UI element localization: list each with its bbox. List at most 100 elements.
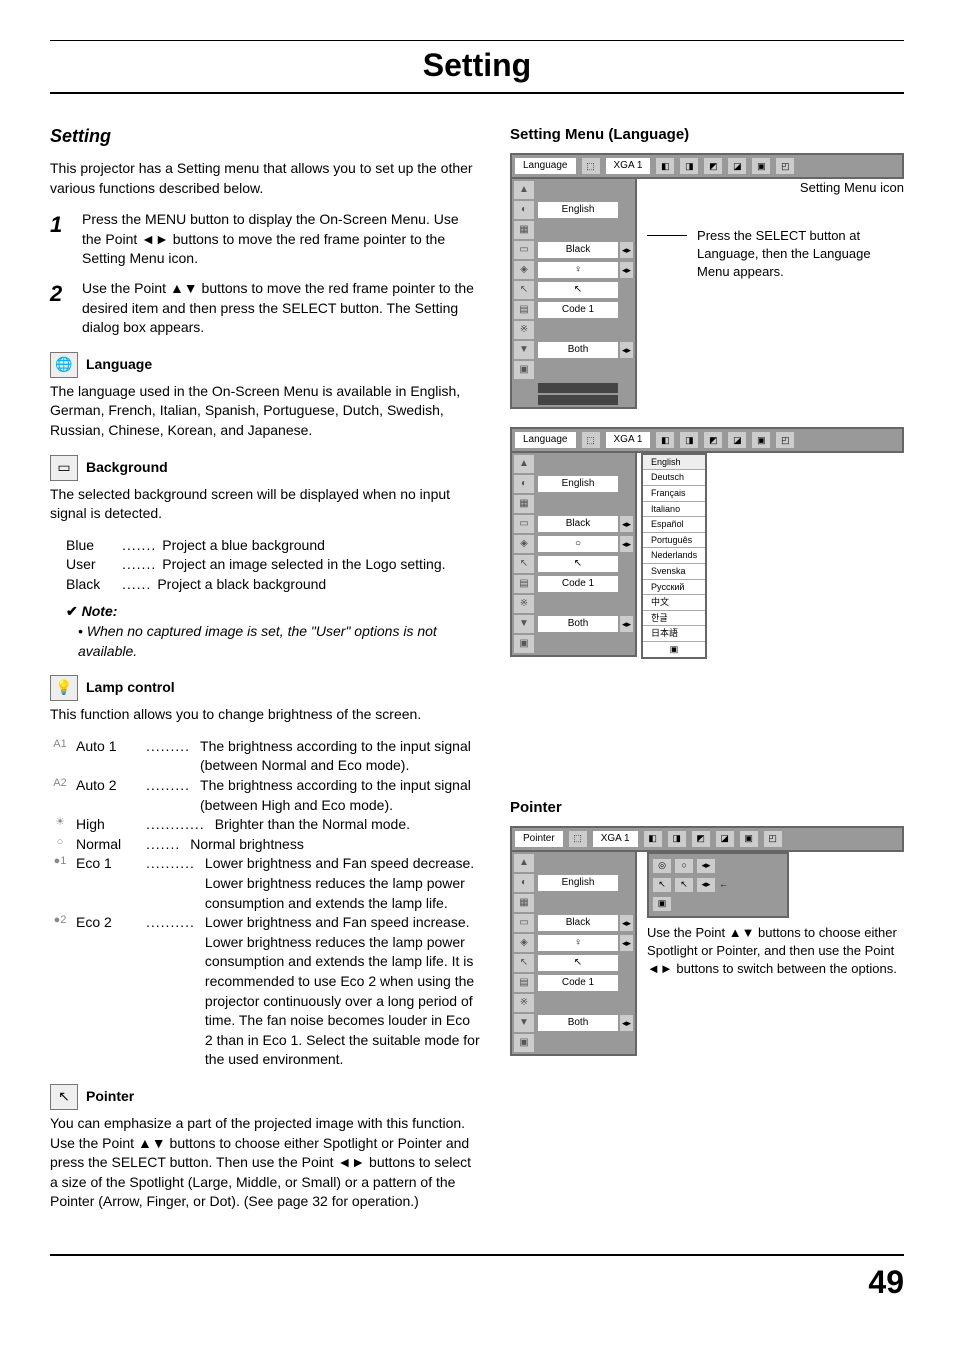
lamp-item-high: ☀ High ............ Brighter than the No… bbox=[50, 815, 480, 835]
menu-row-icon: ▲ bbox=[514, 455, 534, 473]
lang-option: Deutsch bbox=[643, 470, 705, 486]
lang-option: Français bbox=[643, 486, 705, 502]
arrow-icon: ◂▸ bbox=[697, 878, 715, 892]
lamp-item-eco1: ●1 Eco 1 .......... Lower brightness and… bbox=[50, 854, 480, 913]
menu-row-icon: ▭ bbox=[514, 241, 534, 259]
toolbar-icon: ◰ bbox=[776, 158, 794, 174]
menu-row-icon: ※ bbox=[514, 321, 534, 339]
menu-row-icon: ▭ bbox=[514, 515, 534, 533]
menu-row-icon: ▦ bbox=[514, 894, 534, 912]
menu-row-icon: ▤ bbox=[514, 974, 534, 992]
arrow-icon: ◂▸ bbox=[620, 616, 633, 632]
pointer-icon: ↖ bbox=[50, 1084, 78, 1110]
toolbar-icon: ◩ bbox=[704, 158, 722, 174]
menu-header-label: Pointer bbox=[515, 831, 563, 847]
lang-option: English bbox=[643, 455, 705, 471]
language-heading: Language bbox=[86, 355, 152, 375]
menu-value: Black bbox=[538, 915, 618, 931]
toolbar-icon: ◩ bbox=[704, 432, 722, 448]
toolbar-icon: ◪ bbox=[728, 432, 746, 448]
bg-item-blue: Blue ....... Project a blue background bbox=[66, 536, 480, 556]
bg-item-user: User ....... Project an image selected i… bbox=[66, 555, 480, 575]
lang-option: 中文 bbox=[643, 595, 705, 611]
menu-value: English bbox=[538, 476, 618, 492]
language-body: The language used in the On-Screen Menu … bbox=[50, 382, 480, 441]
menu-row-icon: ▲ bbox=[514, 181, 534, 199]
menu-value: English bbox=[538, 202, 618, 218]
pointer-menu-screenshot: Pointer ⬚ XGA 1 ◧ ◨ ◩ ◪ ▣ ◰ ▲ ◐ ▦ ▭ ◈ bbox=[510, 826, 904, 1056]
lang-option: Português bbox=[643, 533, 705, 549]
lamp-heading: Lamp control bbox=[86, 678, 175, 698]
lamp-item-auto2: A2 Auto 2 ......... The brightness accor… bbox=[50, 776, 480, 815]
menu-value: ↖ bbox=[538, 556, 618, 572]
pointer-options-panel: ◎○◂▸ ↖↖◂▸← ▣ bbox=[647, 852, 789, 918]
toolbar-icon: ◰ bbox=[764, 831, 782, 847]
arrow-icon: ◂▸ bbox=[620, 536, 633, 552]
menu-header-sys: XGA 1 bbox=[606, 158, 651, 174]
lamp-icon: 💡 bbox=[50, 675, 78, 701]
lang-option: 한글 bbox=[643, 611, 705, 627]
note-heading: Note: bbox=[66, 602, 480, 622]
callout-setting-icon: Setting Menu icon bbox=[647, 179, 904, 197]
intro-text: This projector has a Setting menu that a… bbox=[50, 159, 480, 198]
menu-row-icon: ◐ bbox=[514, 201, 534, 219]
language-icon: 🌐 bbox=[50, 352, 78, 378]
menu-row-icon: ↖ bbox=[514, 281, 534, 299]
toolbar-icon: ▣ bbox=[752, 432, 770, 448]
step-2-number: 2 bbox=[50, 279, 70, 338]
page-title: Setting bbox=[50, 43, 904, 92]
close-icon: ▣ bbox=[653, 897, 671, 911]
language-popup: English Deutsch Français Italiano Españo… bbox=[641, 453, 707, 659]
toolbar-icon: ◧ bbox=[656, 432, 674, 448]
menu-header-sys: XGA 1 bbox=[606, 432, 651, 448]
menu-row-icon: ▤ bbox=[514, 575, 534, 593]
lang-option: Svenska bbox=[643, 564, 705, 580]
lamp-item-auto1: A1 Auto 1 ......... The brightness accor… bbox=[50, 737, 480, 776]
spotlight-size: ○ bbox=[675, 859, 693, 873]
setting-menu-screenshot-2: Language ⬚ XGA 1 ◧ ◨ ◩ ◪ ▣ ◰ ▲ ◐ ▦ ▭ ◈ bbox=[510, 427, 904, 659]
pointer-callout: Use the Point ▲▼ buttons to choose eithe… bbox=[647, 924, 904, 979]
menu-value: Both bbox=[538, 1015, 618, 1031]
lamp-item-normal: ○ Normal ....... Normal brightness bbox=[50, 835, 480, 855]
arrow-icon: ◂▸ bbox=[620, 915, 633, 931]
arrow-icon: ◂▸ bbox=[620, 262, 633, 278]
lang-option: 日本語 bbox=[643, 626, 705, 642]
toolbar-icon: ◧ bbox=[656, 158, 674, 174]
toolbar-icon: ◰ bbox=[776, 432, 794, 448]
lang-option: Русский bbox=[643, 580, 705, 596]
menu-value: ↖ bbox=[538, 282, 618, 298]
arrow-icon: ◂▸ bbox=[620, 342, 633, 358]
toolbar-icon: ◪ bbox=[728, 158, 746, 174]
background-body: The selected background screen will be d… bbox=[50, 485, 480, 524]
arrow-icon: ◂▸ bbox=[620, 242, 633, 258]
callout-select-text: Press the SELECT button at Language, the… bbox=[697, 227, 904, 282]
pointer-heading: Pointer bbox=[86, 1087, 134, 1107]
note-body: • When no captured image is set, the "Us… bbox=[78, 622, 480, 661]
menu-row-icon: ◐ bbox=[514, 874, 534, 892]
menu-row-icon: ▦ bbox=[514, 221, 534, 239]
lamp-body: This function allows you to change brigh… bbox=[50, 705, 480, 725]
setting-menu-title: Setting Menu (Language) bbox=[510, 124, 904, 145]
menu-row-icon: ◈ bbox=[514, 261, 534, 279]
menu-icon: ⬚ bbox=[582, 158, 600, 174]
lamp-item-eco2: ●2 Eco 2 .......... Lower brightness and… bbox=[50, 913, 480, 1070]
menu-row-icon: ※ bbox=[514, 595, 534, 613]
menu-value: ♀ bbox=[538, 935, 618, 951]
step-1-text: Press the MENU button to display the On-… bbox=[82, 210, 480, 269]
menu-value: Code 1 bbox=[538, 302, 618, 318]
toolbar-icon: ◧ bbox=[644, 831, 662, 847]
arrow-icon: ◂▸ bbox=[620, 516, 633, 532]
blank-rows bbox=[538, 383, 633, 405]
spotlight-icon: ◎ bbox=[653, 859, 671, 873]
menu-row-icon: ◈ bbox=[514, 535, 534, 553]
lang-option: Nederlands bbox=[643, 548, 705, 564]
menu-value: Both bbox=[538, 342, 618, 358]
pointer-body: You can emphasize a part of the projecte… bbox=[50, 1114, 480, 1212]
setting-menu-screenshot-1: Language ⬚ XGA 1 ◧ ◨ ◩ ◪ ▣ ◰ ▲ ◐ ▦ ▭ ◈ bbox=[510, 153, 904, 409]
toolbar-icon: ▣ bbox=[740, 831, 758, 847]
toolbar-icon: ◩ bbox=[692, 831, 710, 847]
menu-row-icon: ◈ bbox=[514, 934, 534, 952]
arrow-icon: ◂▸ bbox=[620, 935, 633, 951]
toolbar-icon: ◨ bbox=[680, 158, 698, 174]
menu-row-icon: ▣ bbox=[514, 361, 534, 379]
